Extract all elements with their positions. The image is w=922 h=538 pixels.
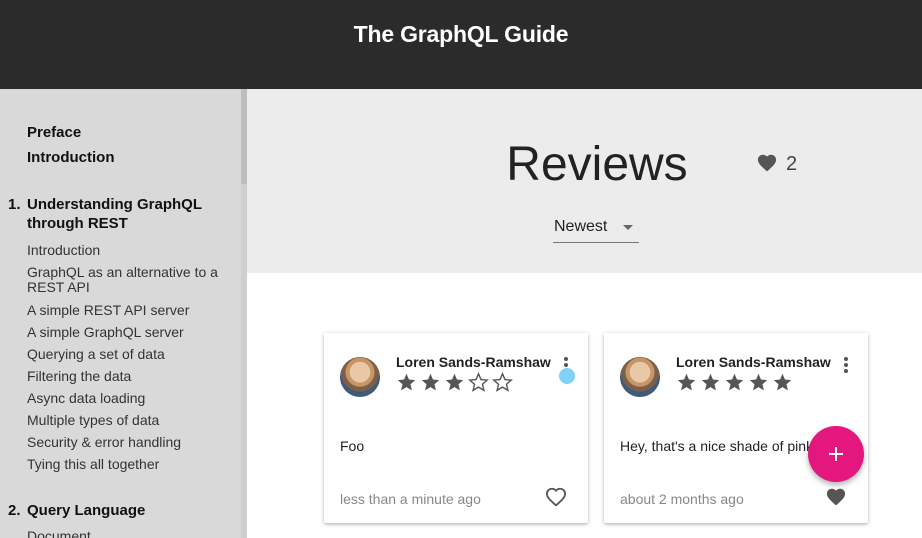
reviews-header: Reviews 2 Newest (247, 89, 922, 273)
toc-section-graphql-alternative[interactable]: GraphQL as an alternative to a REST API (27, 265, 232, 295)
toc-section-graphql-server[interactable]: A simple GraphQL server (27, 325, 232, 340)
more-vert-icon[interactable] (844, 357, 848, 375)
avatar (340, 357, 380, 397)
toc-chapter-1[interactable]: 1. Understanding GraphQL through REST (8, 195, 227, 233)
avatar (620, 357, 660, 397)
star-empty-icon[interactable] (492, 371, 513, 398)
star-filled-icon[interactable] (772, 372, 793, 398)
toc-section-async[interactable]: Async data loading (27, 391, 232, 406)
sort-select[interactable]: Newest (553, 216, 639, 243)
chapter-title: Understanding GraphQL through REST (27, 196, 202, 232)
review-timestamp: less than a minute ago (340, 491, 481, 507)
chapter-number: 1. (8, 196, 21, 213)
star-filled-icon[interactable] (676, 372, 697, 398)
toc-section-filtering[interactable]: Filtering the data (27, 369, 232, 384)
toc-section-document[interactable]: Document (27, 529, 232, 538)
toc-section-tying[interactable]: Tying this all together (27, 457, 232, 472)
star-rating (396, 371, 513, 398)
star-empty-icon[interactable] (468, 371, 489, 398)
favorite-count-value: 2 (786, 153, 798, 175)
star-filled-icon[interactable] (724, 372, 745, 398)
toc-link-preface[interactable]: Preface (27, 124, 81, 141)
review-author: Loren Sands-Ramshaw (676, 354, 831, 370)
chapter-title: Query Language (27, 502, 146, 519)
review-timestamp: about 2 months ago (620, 491, 744, 507)
favorite-count: 2 (756, 152, 797, 177)
app-header: The GraphQL Guide (0, 0, 922, 89)
toc-link-introduction[interactable]: Introduction (27, 149, 114, 166)
star-rating (676, 372, 793, 398)
heart-icon[interactable] (825, 486, 847, 511)
table-of-contents: Preface Introduction 1. Understanding Gra… (0, 89, 247, 538)
star-filled-icon[interactable] (420, 372, 441, 398)
review-text: Hey, that's a nice shade of pink (620, 438, 814, 454)
review-author: Loren Sands-Ramshaw (396, 354, 551, 370)
toc-chapter-2[interactable]: 2. Query Language (8, 501, 227, 520)
toc-section-multiple-types[interactable]: Multiple types of data (27, 413, 232, 428)
heart-icon (756, 152, 778, 177)
star-filled-icon[interactable] (748, 372, 769, 398)
toc-section-security[interactable]: Security & error handling (27, 435, 232, 450)
star-filled-icon[interactable] (396, 372, 417, 398)
plus-icon (829, 447, 843, 461)
chevron-down-icon (623, 225, 633, 230)
review-card: Loren Sands-Ramshaw Foo less than a minu… (324, 333, 588, 523)
app-title: The GraphQL Guide (353, 20, 569, 47)
toc-section-querying[interactable]: Querying a set of data (27, 347, 232, 362)
chapter-number: 2. (8, 502, 21, 519)
star-filled-icon[interactable] (444, 372, 465, 398)
heart-icon[interactable] (545, 486, 567, 511)
sort-selected-value: Newest (554, 218, 608, 235)
review-text: Foo (340, 438, 365, 454)
star-filled-icon[interactable] (700, 372, 721, 398)
page-title: Reviews (506, 138, 688, 191)
toc-section-rest-server[interactable]: A simple REST API server (27, 303, 232, 318)
click-ripple (559, 368, 575, 384)
toc-section-introduction[interactable]: Introduction (27, 243, 232, 258)
add-review-button[interactable] (808, 426, 864, 482)
